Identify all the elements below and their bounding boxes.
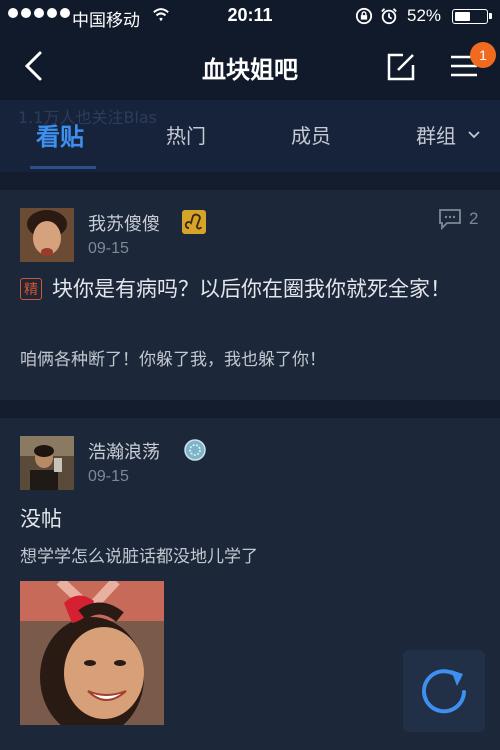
refresh-icon <box>422 669 466 714</box>
level-badge-icon <box>184 439 206 461</box>
avatar[interactable] <box>20 436 74 490</box>
section-divider <box>0 172 500 190</box>
tab-hot[interactable]: 热门 <box>166 120 206 149</box>
battery-icon <box>452 9 492 24</box>
reply-count: 2 <box>469 209 479 228</box>
post-card[interactable]: 我苏傻傻 09-15 2 精块你是有病吗？以后你在圈我你就死全家！ 咱俩各种断了… <box>0 190 500 400</box>
leo-zodiac-icon <box>182 210 206 234</box>
post-date: 09-15 <box>88 468 129 485</box>
featured-tag: 精 <box>20 278 42 300</box>
post-title[interactable]: 精块你是有病吗？以后你在圈我你就死全家！ <box>20 274 480 304</box>
username[interactable]: 浩瀚浪荡 <box>88 438 160 464</box>
tab-bar: 1.1万人也关注Blas 看贴 热门 成员 群组 <box>0 100 500 172</box>
active-tab-indicator <box>30 166 96 169</box>
post-title[interactable]: 没帖 <box>20 504 480 534</box>
tab-posts[interactable]: 看贴 <box>36 117 84 152</box>
post-date: 09-15 <box>88 240 129 257</box>
username[interactable]: 我苏傻傻 <box>88 210 160 236</box>
status-bar: 中国移动 20:11 52% <box>0 0 500 34</box>
nav-bar: 血块姐吧 1 <box>0 34 500 100</box>
rotation-lock-icon <box>355 7 373 25</box>
avatar[interactable] <box>20 208 74 262</box>
compose-post-icon[interactable] <box>386 52 416 82</box>
battery-percent: 52% <box>407 6 442 25</box>
tab-members[interactable]: 成员 <box>291 120 331 149</box>
forum-title: 血块姐吧 <box>202 56 298 84</box>
notification-badge: 1 <box>470 42 496 68</box>
post-card[interactable]: 浩瀚浪荡 09-15 没帖 想学学怎么说脏话都没地儿学了 <box>0 418 500 750</box>
comment-icon <box>439 209 461 230</box>
refresh-button[interactable] <box>403 650 485 732</box>
post-title-text: 块你是有病吗？以后你在圈我你就死全家！ <box>52 277 451 301</box>
chevron-down-icon <box>468 131 480 139</box>
section-divider <box>0 400 500 418</box>
post-body: 想学学怎么说脏话都没地儿学了 <box>20 547 258 567</box>
post-body: 咱俩各种断了！你躲了我，我也躲了你！ <box>20 350 326 370</box>
alarm-icon <box>381 8 397 25</box>
tab-groups[interactable]: 群组 <box>416 120 456 149</box>
post-image[interactable] <box>20 581 164 725</box>
